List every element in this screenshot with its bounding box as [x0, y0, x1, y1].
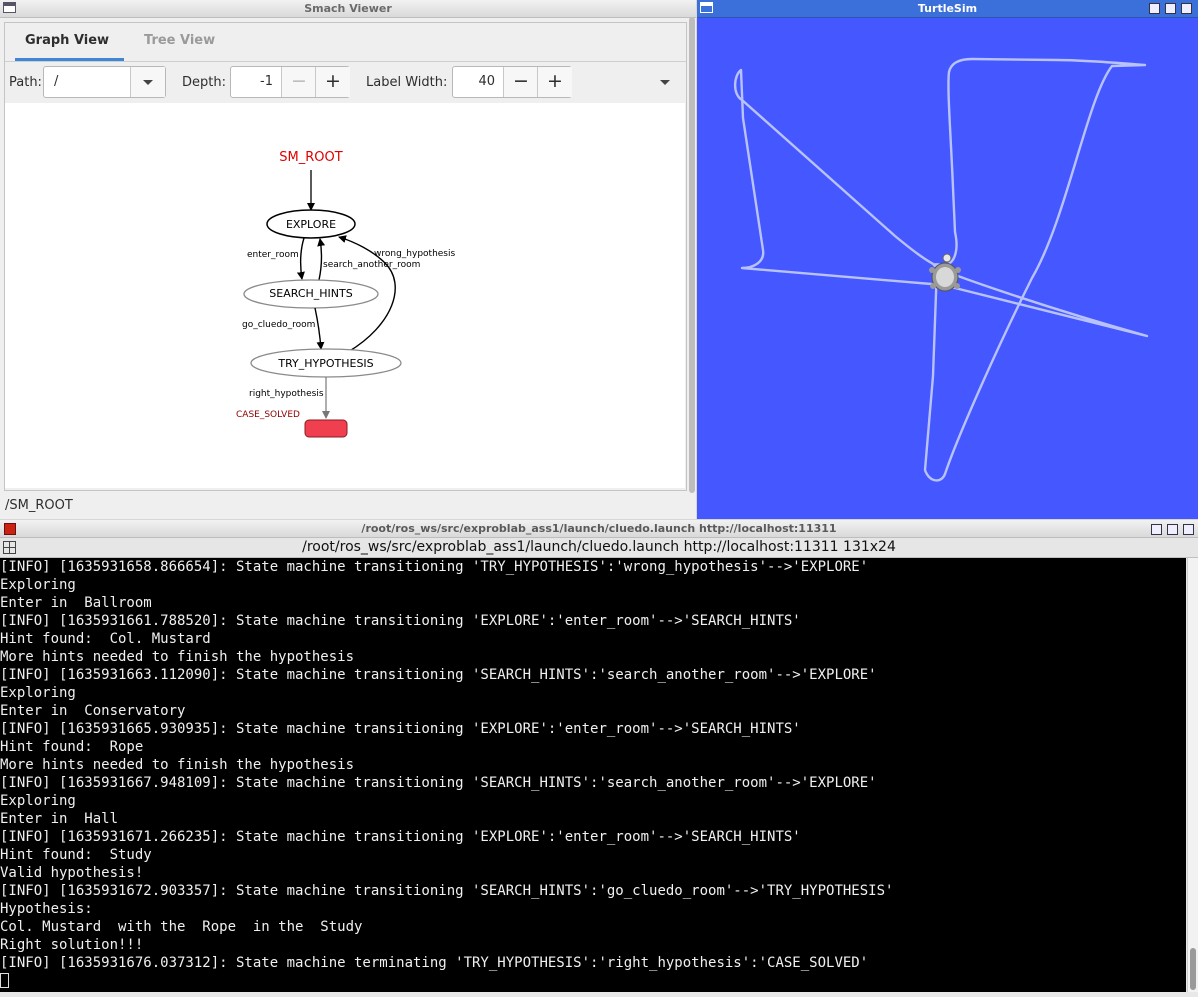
- terminal-line: Enter in Hall: [0, 811, 119, 827]
- terminal-line: Hypothesis:: [0, 901, 93, 917]
- minimize-icon[interactable]: [1151, 524, 1162, 535]
- terminal-line: Enter in Conservatory: [0, 703, 186, 719]
- status-bar-path: /SM_ROOT: [5, 498, 73, 513]
- label-width-label: Label Width:: [366, 75, 448, 90]
- tab-tree-view[interactable]: Tree View: [144, 33, 215, 48]
- smach-viewer-window: Smach Viewer Graph View Tree View Path: …: [0, 0, 696, 519]
- terminal-line: [INFO] [1635931671.266235]: State machin…: [0, 829, 801, 845]
- terminal-scrollbar[interactable]: [1187, 558, 1198, 992]
- depth-decrement-button[interactable]: −: [281, 67, 316, 97]
- depth-value[interactable]: -1: [231, 74, 273, 89]
- minimize-icon[interactable]: [1149, 3, 1160, 14]
- tab-graph-view[interactable]: Graph View: [25, 33, 109, 48]
- terminal-line: [INFO] [1635931665.930935]: State machin…: [0, 721, 801, 737]
- state-explore-label: EXPLORE: [286, 218, 336, 231]
- path-dropdown-chevron-icon[interactable]: [130, 67, 165, 97]
- depth-label: Depth:: [182, 75, 226, 90]
- label-width-spinbox[interactable]: 40 − +: [452, 66, 572, 98]
- terminal-prompt-line[interactable]: [0, 972, 1186, 990]
- label-width-decrement-button[interactable]: −: [503, 67, 538, 97]
- path-label: Path:: [9, 75, 42, 90]
- terminal-header-text: /root/ros_ws/src/exproblab_ass1/launch/c…: [302, 539, 896, 555]
- label-width-value[interactable]: 40: [453, 74, 495, 89]
- close-icon[interactable]: [1181, 3, 1192, 14]
- terminal-line: [INFO] [1635931663.112090]: State machin…: [0, 667, 877, 683]
- terminal-line: More hints needed to finish the hypothes…: [0, 649, 355, 665]
- terminal-line: Enter in Ballroom: [0, 595, 152, 611]
- edge-wrong-hypothesis-label: wrong_hypothesis: [374, 249, 455, 259]
- smach-splitter-handle[interactable]: [689, 17, 695, 493]
- terminal-output[interactable]: [INFO] [1635931658.866654]: State machin…: [0, 558, 1186, 992]
- maximize-icon[interactable]: [1167, 524, 1178, 535]
- state-machine-graph: SM_ROOT EXPLORE enter_room search_anothe…: [236, 150, 455, 438]
- sm-root-label: SM_ROOT: [279, 150, 342, 165]
- terminal-line: Exploring: [0, 685, 76, 701]
- close-icon[interactable]: [1183, 524, 1194, 535]
- smach-titlebar[interactable]: Smach Viewer: [0, 0, 696, 18]
- terminal-window: /root/ros_ws/src/exproblab_ass1/launch/c…: [0, 520, 1198, 997]
- terminal-header-bar: /root/ros_ws/src/exproblab_ass1/launch/c…: [0, 538, 1198, 558]
- tab-divider: [5, 61, 686, 62]
- edge-right-hypothesis-label: right_hypothesis: [249, 389, 324, 399]
- edge-enter-room: [296, 237, 305, 280]
- terminal-line: Valid hypothesis!: [0, 865, 144, 881]
- terminal-line: Col. Mustard with the Rope in the Study: [0, 919, 363, 935]
- toolbar-overflow-chevron-icon[interactable]: [660, 80, 670, 85]
- smach-window-title: Smach Viewer: [304, 2, 392, 15]
- turtle-icon: [929, 253, 961, 292]
- terminal-scrollbar-thumb[interactable]: [1190, 948, 1196, 990]
- turtlesim-canvas: [733, 57, 1149, 482]
- turtlesim-titlebar[interactable]: TurtleSim: [697, 0, 1198, 18]
- depth-spinbox[interactable]: -1 − +: [230, 66, 350, 98]
- terminal-line: Hint found: Study: [0, 847, 152, 863]
- outcome-case-solved-node[interactable]: [304, 419, 348, 438]
- window-menu-icon[interactable]: [3, 2, 16, 13]
- state-search-hints-label: SEARCH_HINTS: [269, 287, 352, 300]
- terminal-cursor: [0, 973, 9, 988]
- edge-go-cluedo-room: [314, 307, 325, 350]
- state-try-hypothesis-label: TRY_HYPOTHESIS: [277, 357, 373, 370]
- edge-search-another-room: [317, 238, 326, 281]
- terminal-line: [INFO] [1635931661.788520]: State machin…: [0, 613, 801, 629]
- turtlesim-window: TurtleSim: [697, 0, 1198, 519]
- window-menu-icon[interactable]: [700, 2, 713, 13]
- depth-increment-button[interactable]: +: [315, 67, 350, 97]
- terminal-line: [INFO] [1635931658.866654]: State machin…: [0, 559, 869, 575]
- terminal-line: Hint found: Rope: [0, 739, 144, 755]
- terminal-menu-icon[interactable]: [3, 541, 16, 554]
- state-machine-graph-canvas[interactable]: SM_ROOT EXPLORE enter_room search_anothe…: [5, 103, 685, 488]
- edge-search-another-room-label: search_another_room: [323, 260, 420, 270]
- terminal-line: [INFO] [1635931667.948109]: State machin…: [0, 775, 877, 791]
- maximize-icon[interactable]: [1165, 3, 1176, 14]
- terminal-line: [INFO] [1635931676.037312]: State machin…: [0, 955, 869, 971]
- terminal-window-title: /root/ros_ws/src/exproblab_ass1/launch/c…: [361, 522, 837, 535]
- terminal-titlebar[interactable]: /root/ros_ws/src/exproblab_ass1/launch/c…: [0, 520, 1198, 538]
- edge-go-cluedo-room-label: go_cluedo_room: [242, 320, 315, 330]
- terminal-line: Right solution!!!: [0, 937, 144, 953]
- turtlesim-window-title: TurtleSim: [917, 2, 978, 15]
- terminal-close-icon[interactable]: [4, 523, 16, 535]
- outcome-case-solved-label: CASE_SOLVED: [236, 410, 300, 420]
- terminal-line: Hint found: Col. Mustard: [0, 631, 211, 647]
- terminal-line: More hints needed to finish the hypothes…: [0, 757, 355, 773]
- path-combobox[interactable]: /: [43, 66, 166, 98]
- label-width-increment-button[interactable]: +: [537, 67, 572, 97]
- terminal-line: Exploring: [0, 793, 76, 809]
- terminal-line: [INFO] [1635931672.903357]: State machin…: [0, 883, 894, 899]
- terminal-line: Exploring: [0, 577, 76, 593]
- edge-enter-room-label: enter_room: [247, 250, 299, 260]
- path-value[interactable]: /: [54, 74, 58, 89]
